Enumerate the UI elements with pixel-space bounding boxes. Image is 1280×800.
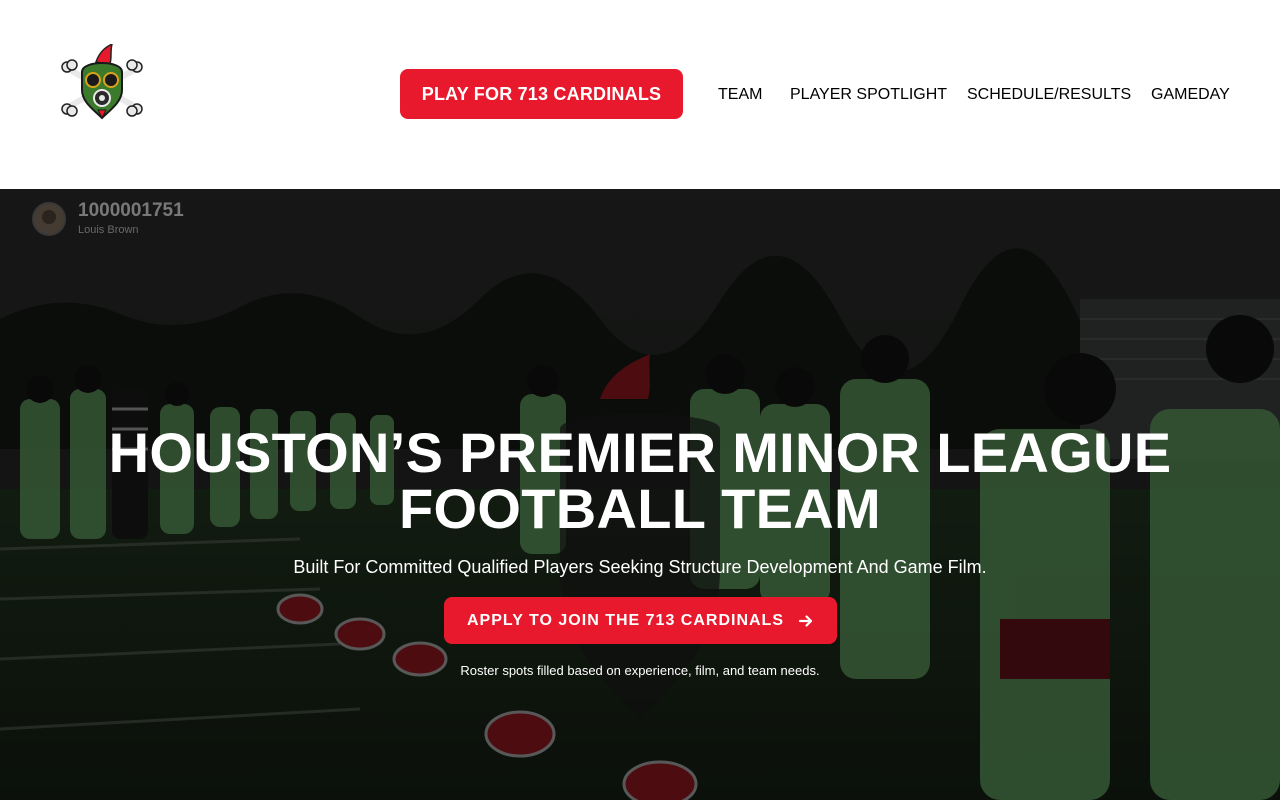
hero-title-line-1: HOUSTON’S PREMIER MINOR LEAGUE — [108, 421, 1172, 484]
video-author-id: 1000001751 — [78, 200, 184, 221]
site-logo[interactable] — [60, 44, 144, 122]
arrow-right-icon — [798, 613, 814, 629]
play-for-cardinals-button[interactable]: PLAY FOR 713 CARDINALS — [400, 69, 683, 119]
hero-section: 1000001751 Louis Brown HOUSTON’S PREMIER… — [0, 189, 1280, 800]
video-author-name: Louis Brown — [78, 224, 139, 236]
nav-item-gameday[interactable]: GAMEDAY — [1151, 84, 1230, 106]
video-author[interactable]: 1000001751 Louis Brown — [32, 199, 184, 239]
roster-note: Roster spots filled based on experience,… — [460, 663, 820, 678]
gas-mask-skull-logo-icon — [61, 44, 143, 120]
apply-to-join-button[interactable]: APPLY TO JOIN THE 713 CARDINALS — [444, 597, 837, 644]
author-info: 1000001751 Louis Brown — [78, 201, 184, 237]
nav-item-player-spotlight[interactable]: PLAYER SPOTLIGHT — [790, 84, 947, 106]
nav-item-schedule-results[interactable]: SCHEDULE/RESULTS — [967, 84, 1131, 106]
hero-title-line-2: FOOTBALL TEAM — [399, 477, 881, 540]
hero-title: HOUSTON’S PREMIER MINOR LEAGUE FOOTBALL … — [60, 425, 1220, 537]
avatar — [32, 202, 66, 236]
nav-item-team[interactable]: TEAM — [718, 84, 762, 106]
apply-button-label: APPLY TO JOIN THE 713 CARDINALS — [467, 611, 784, 629]
site-header: PLAY FOR 713 CARDINALS TEAM PLAYER SPOTL… — [0, 0, 1280, 189]
hero-subtitle: Built For Committed Qualified Players Se… — [293, 557, 987, 577]
